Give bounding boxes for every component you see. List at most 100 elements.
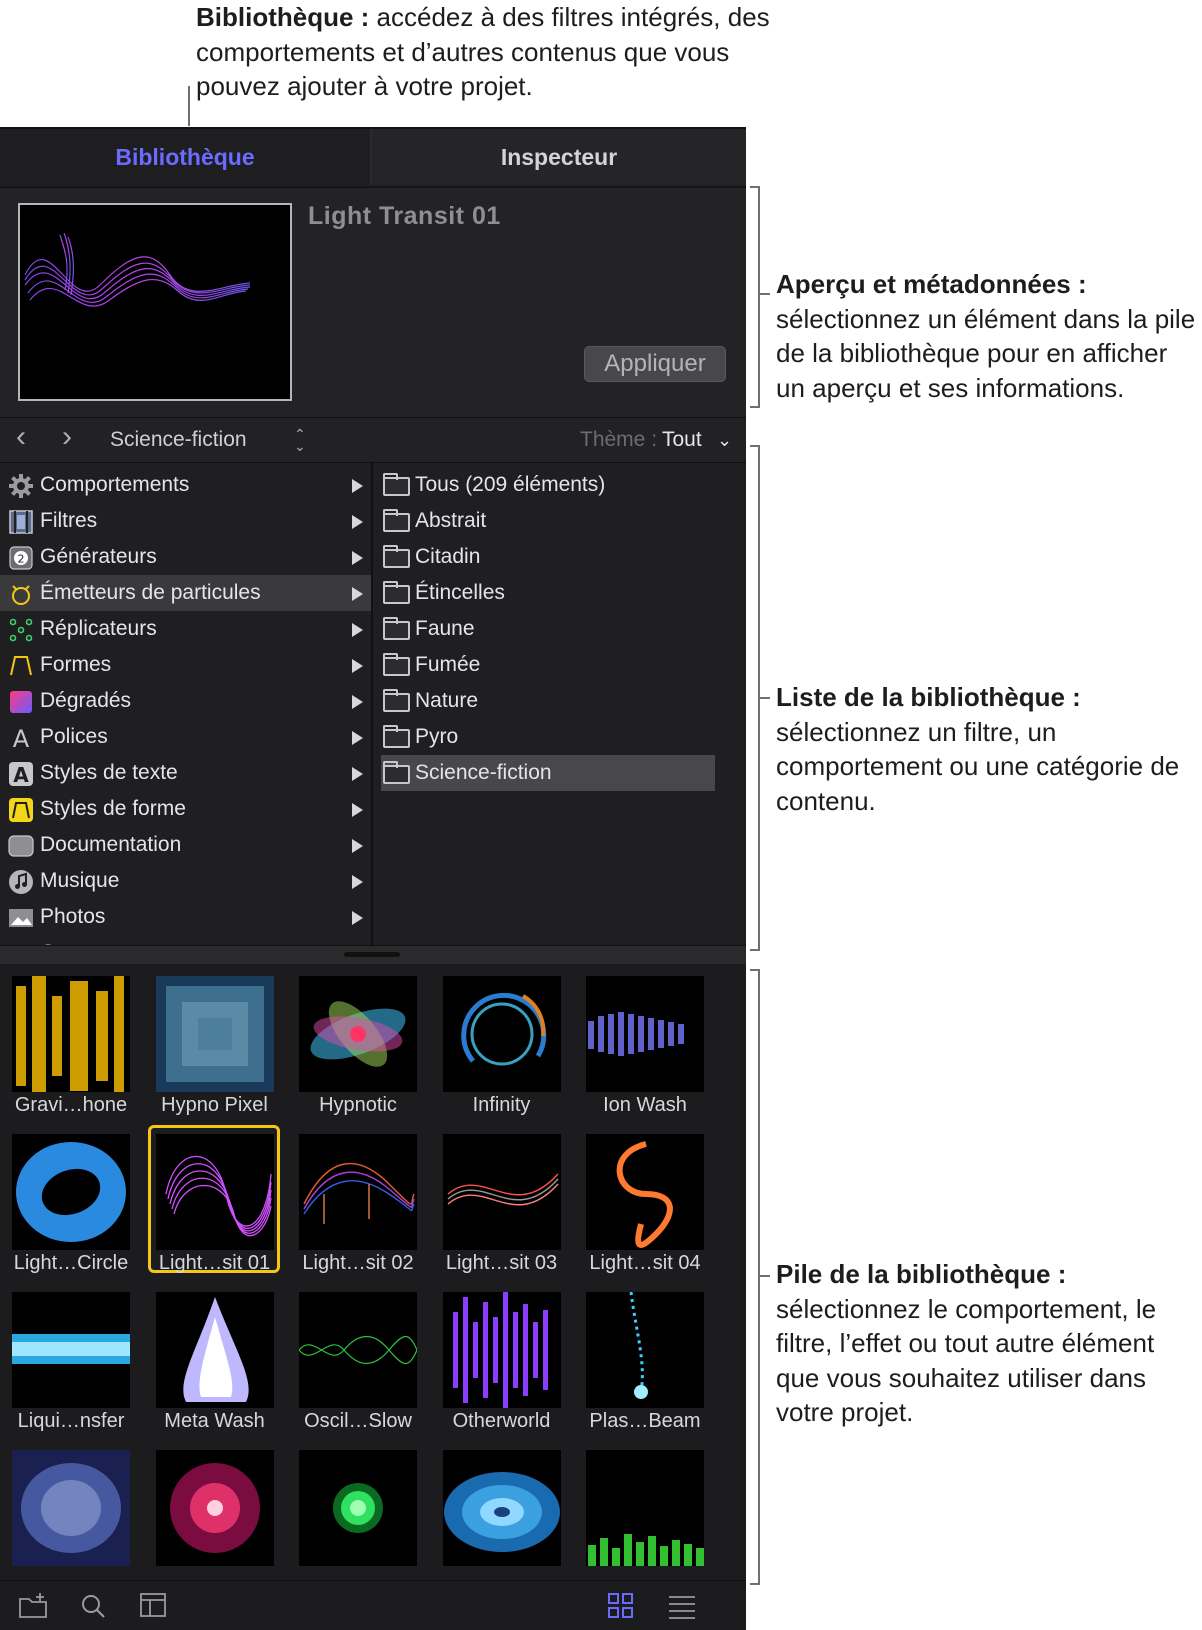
stack-item[interactable]: Gravi…hone xyxy=(0,964,140,1116)
svg-text:2: 2 xyxy=(18,553,25,566)
stack-item-thumbnail xyxy=(586,976,704,1092)
folder-icon xyxy=(383,761,410,784)
stack-item[interactable]: Ion Wash xyxy=(574,964,714,1116)
disclosure-arrow-icon[interactable] xyxy=(352,659,363,673)
stack-item[interactable]: Oscil…Slow xyxy=(287,1280,427,1432)
library-list-item[interactable]: 2 Générateurs xyxy=(0,539,371,575)
subcategory-item[interactable]: Citadin xyxy=(373,539,746,575)
svg-text:A: A xyxy=(13,763,29,787)
category-popup-arrows-icon[interactable]: ⌃ ⌄ xyxy=(294,427,306,453)
tab-library[interactable]: Bibliothèque xyxy=(0,129,370,185)
split-bar[interactable] xyxy=(0,945,746,965)
stack-item-thumbnail xyxy=(12,976,130,1092)
stack-item-thumbnail xyxy=(442,1292,561,1408)
callout-preview: Aperçu et métadonnées : sélectionnez un … xyxy=(776,269,1196,403)
library-list-item[interactable]: Styles de forme xyxy=(0,791,371,827)
stack-item[interactable]: Light…sit 04 xyxy=(574,1122,714,1274)
search-icon[interactable] xyxy=(78,1591,110,1621)
disclosure-arrow-icon[interactable] xyxy=(352,587,363,601)
stack-item-label: Light…sit 01 xyxy=(158,1252,271,1274)
apply-button[interactable]: Appliquer xyxy=(584,346,726,382)
new-folder-icon[interactable] xyxy=(18,1591,50,1621)
disclosure-arrow-icon[interactable] xyxy=(352,767,363,781)
library-list-item[interactable]: Filtres xyxy=(0,503,371,539)
subcategory-item[interactable]: Fumée xyxy=(373,647,746,683)
gear-icon xyxy=(8,473,34,499)
disclosure-arrow-icon[interactable] xyxy=(352,479,363,493)
library-list-item-label: Styles de forme xyxy=(40,797,186,820)
stack-item[interactable]: Light…Circle xyxy=(0,1122,140,1274)
library-list-item[interactable]: Photos xyxy=(0,899,371,935)
subcategory-item[interactable]: Pyro xyxy=(373,719,746,755)
library-list-item[interactable]: A Styles de texte xyxy=(0,755,371,791)
library-list-item[interactable]: A Polices xyxy=(0,719,371,755)
tab-inspector[interactable]: Inspecteur xyxy=(372,129,746,185)
library-list-item-label: Photos xyxy=(40,905,106,928)
disclosure-arrow-icon[interactable] xyxy=(352,803,363,817)
stack-item-label: Meta Wash xyxy=(164,1410,265,1432)
back-button[interactable]: ‹ xyxy=(16,415,26,459)
subcategory-item[interactable]: Abstrait xyxy=(373,503,746,539)
library-list-item[interactable]: Émetteurs de particules xyxy=(0,575,371,611)
stack-item[interactable]: Infinity xyxy=(431,964,571,1116)
disclosure-arrow-icon[interactable] xyxy=(352,515,363,529)
subcategory-label: Nature xyxy=(415,689,479,712)
subcategory-item[interactable]: Faune xyxy=(373,611,746,647)
text-style-icon: A xyxy=(8,761,34,787)
stack-item-thumbnail xyxy=(12,1134,130,1250)
folder-icon xyxy=(383,725,410,748)
stack-item[interactable]: Otherworld xyxy=(431,1280,571,1432)
library-panel: Bibliothèque Inspecteur Light Transit 01… xyxy=(0,127,746,1630)
callout-stack: Pile de la bibliothèque : sélectionnez l… xyxy=(776,1259,1157,1427)
disclosure-arrow-icon[interactable] xyxy=(352,911,363,925)
grid-view-icon[interactable] xyxy=(606,1591,638,1621)
callout-preview-bracket-bottom xyxy=(750,406,759,408)
callout-preview-bracket xyxy=(758,186,760,408)
subcategory-item[interactable]: Tous (209 éléments) xyxy=(373,467,746,503)
split-handle[interactable] xyxy=(344,952,400,957)
stack-item[interactable] xyxy=(287,1438,427,1574)
callout-list-pointer xyxy=(758,697,770,699)
callout-stack-bracket-bottom xyxy=(750,1583,759,1585)
disclosure-arrow-icon[interactable] xyxy=(352,731,363,745)
library-list-item-label: Documentation xyxy=(40,833,182,856)
font-icon: A xyxy=(8,725,34,753)
stack-item[interactable]: Meta Wash xyxy=(144,1280,284,1432)
stack-item[interactable]: Liqui…nsfer xyxy=(0,1280,140,1432)
library-list-item[interactable]: Documentation xyxy=(0,827,371,863)
stack-item[interactable]: Hypnotic xyxy=(287,964,427,1116)
stack-item[interactable]: Light…sit 01 xyxy=(144,1122,284,1274)
stack-item[interactable] xyxy=(431,1438,571,1574)
library-list-item[interactable]: Musique xyxy=(0,863,371,899)
stack-item[interactable]: Light…sit 03 xyxy=(431,1122,571,1274)
disclosure-arrow-icon[interactable] xyxy=(352,875,363,889)
disclosure-arrow-icon[interactable] xyxy=(352,839,363,853)
stack-item-thumbnail xyxy=(299,1450,417,1566)
library-list-item[interactable]: Dégradés xyxy=(0,683,371,719)
stack-item[interactable]: Light…sit 02 xyxy=(287,1122,427,1274)
forward-button[interactable]: › xyxy=(62,415,72,459)
theme-popup[interactable]: Tout xyxy=(662,418,702,462)
stack-item[interactable] xyxy=(0,1438,140,1574)
disclosure-arrow-icon[interactable] xyxy=(352,695,363,709)
stack-item[interactable]: Hypno Pixel xyxy=(144,964,284,1116)
preview-toggle-icon[interactable] xyxy=(138,1591,170,1621)
callout-stack-pointer xyxy=(758,1275,770,1277)
subcategory-item[interactable]: Nature xyxy=(373,683,746,719)
stack-item[interactable] xyxy=(574,1438,714,1574)
subcategory-item[interactable]: Science-fiction xyxy=(373,755,746,791)
category-popup[interactable]: Science-fiction xyxy=(110,418,247,462)
stack-item[interactable]: Plas…Beam xyxy=(574,1280,714,1432)
stack-item[interactable] xyxy=(144,1438,284,1574)
library-list-item[interactable]: Réplicateurs xyxy=(0,611,371,647)
disclosure-arrow-icon[interactable] xyxy=(352,551,363,565)
library-list-item[interactable]: Formes xyxy=(0,647,371,683)
library-list-item[interactable]: Comportements xyxy=(0,467,371,503)
library-list-item-label: Émetteurs de particules xyxy=(40,581,261,604)
list-view-icon[interactable] xyxy=(666,1591,698,1621)
library-list-item-label: Styles de texte xyxy=(40,761,178,784)
stack-item-label: Light…sit 04 xyxy=(589,1252,701,1274)
chevron-down-icon[interactable]: ⌄ xyxy=(717,418,732,462)
disclosure-arrow-icon[interactable] xyxy=(352,623,363,637)
subcategory-item[interactable]: Étincelles xyxy=(373,575,746,611)
